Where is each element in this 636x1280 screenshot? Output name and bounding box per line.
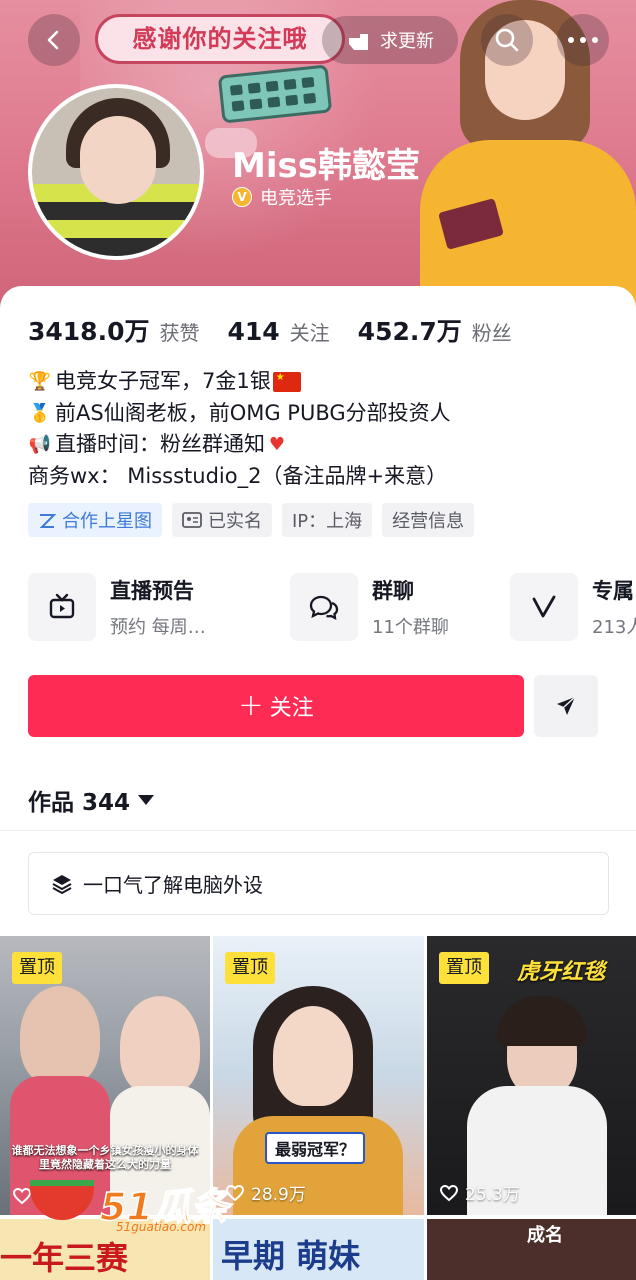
- video-caption: 虎牙红毯: [517, 960, 606, 985]
- bio-line: 商务wx： Missstudio_2（备注品牌+来意）: [28, 461, 451, 493]
- video-caption: 成名: [527, 1225, 563, 1246]
- feature-title: 直播预告: [110, 579, 194, 603]
- stat-label: 获赞: [159, 321, 200, 345]
- heart-outline-icon: [12, 1187, 32, 1205]
- bio-text: 前AS仙阁老板，前OMG PUBG分部投资人: [55, 400, 451, 425]
- dot: [592, 37, 598, 43]
- more-options-button[interactable]: [557, 14, 609, 66]
- stat-likes[interactable]: 3418.0万 获赞: [28, 312, 199, 348]
- follow-button[interactable]: + 关注: [28, 675, 524, 737]
- tag-label: 合作上星图: [62, 511, 152, 532]
- heart-outline-icon: [439, 1184, 459, 1201]
- watermelon-icon: [30, 1180, 94, 1220]
- pinned-badge: 置顶: [439, 952, 489, 984]
- tag-business-info[interactable]: 经营信息: [382, 503, 475, 537]
- feature-shortcuts: 直播预告 预约 每周… 群聊 11个群聊 专属 213人: [28, 573, 636, 641]
- chat-bubbles-icon: [309, 595, 339, 620]
- tag-label: IP：上海: [292, 511, 363, 532]
- bio-line: 🏆 电竞女子冠军，7金1银: [28, 366, 451, 398]
- v-icon: [532, 595, 556, 618]
- dot: [568, 37, 574, 43]
- feature-title: 专属: [592, 579, 634, 603]
- medal-icon: 🥇: [28, 402, 52, 424]
- divider: [0, 830, 636, 831]
- bio-line: 🥇 前AS仙阁老板，前OMG PUBG分部投资人: [28, 398, 451, 430]
- verification-info: V 电竞选手: [232, 184, 332, 210]
- feature-subtitle: 213人: [592, 617, 636, 638]
- collection-label: 一口气了解电脑外设: [83, 873, 263, 897]
- video-caption: 谁都无法想象一个乡镇女孩瘦小的身体里竟然隐藏着这么大的力量: [11, 1144, 199, 1171]
- search-button[interactable]: [481, 14, 533, 66]
- feature-group-chat[interactable]: 群聊 11个群聊: [290, 573, 449, 641]
- back-button[interactable]: [28, 14, 80, 66]
- video-likes: 25.3万: [439, 1180, 520, 1205]
- verification-label: 电竞选手: [260, 188, 332, 209]
- trophy-icon: 🏆: [28, 371, 52, 392]
- stat-value: 414: [227, 317, 280, 346]
- bio-text: 电竞女子冠军，7金1银: [55, 369, 271, 393]
- id-card-icon: [182, 512, 202, 528]
- stat-label: 关注: [289, 321, 330, 345]
- feature-live-preview[interactable]: 直播预告 预约 每周…: [28, 573, 206, 641]
- stat-label: 粉丝: [471, 321, 512, 345]
- stat-followers[interactable]: 452.7万 粉丝: [358, 312, 512, 348]
- profile-card: 3418.0万 获赞 414 关注 452.7万 粉丝 🏆 电竞女子冠军，7金1…: [0, 286, 636, 1280]
- profile-tags: 合作上星图 已实名 IP：上海 经营信息: [28, 503, 475, 537]
- feature-icon: [28, 573, 96, 641]
- request-update-label: 求更新: [380, 31, 434, 52]
- plus-icon: +: [238, 688, 264, 723]
- video-thumbnail[interactable]: 置顶 虎牙红毯 25.3万: [427, 936, 636, 1215]
- profile-name: Miss韩懿莹: [232, 146, 420, 186]
- feature-exclusive[interactable]: 专属 213人: [510, 573, 636, 641]
- stat-following[interactable]: 414 关注: [227, 317, 329, 346]
- verified-badge-icon: V: [232, 187, 252, 207]
- request-update-button[interactable]: 求更新: [322, 16, 458, 64]
- pinned-badge: 置顶: [12, 952, 62, 984]
- layers-icon: [52, 874, 72, 894]
- feature-icon: [290, 573, 358, 641]
- feature-subtitle: 11个群聊: [372, 617, 449, 638]
- tag-verified-identity[interactable]: 已实名: [172, 503, 272, 537]
- search-icon: [495, 28, 519, 52]
- chevron-left-icon: [47, 30, 59, 50]
- works-tab[interactable]: 作品 344: [28, 783, 155, 817]
- tag-ip-location: IP：上海: [282, 503, 373, 537]
- video-thumbnail[interactable]: 成名: [427, 1219, 636, 1280]
- china-flag-icon: [272, 371, 301, 392]
- bio-text: 直播时间：粉丝群通知: [55, 432, 265, 456]
- paper-plane-icon: [557, 696, 576, 715]
- tag-label: 经营信息: [392, 511, 465, 532]
- megaphone-icon: 📢: [28, 434, 52, 455]
- tag-star-map[interactable]: 合作上星图: [28, 503, 162, 537]
- collection-entry[interactable]: 一口气了解电脑外设: [28, 852, 609, 915]
- xingtu-icon: [39, 514, 56, 528]
- watermark-url: 51guatiao.com: [116, 1220, 207, 1234]
- bio-text: 商务wx： Missstudio_2（备注品牌+来意）: [28, 463, 448, 488]
- dot: [580, 37, 586, 43]
- send-message-button[interactable]: [534, 675, 598, 737]
- caret-down-icon: [138, 795, 155, 805]
- follow-label: 关注: [269, 696, 314, 721]
- works-label: 作品 344: [28, 790, 131, 816]
- video-caption: 最弱冠军？: [265, 1132, 366, 1164]
- pinned-badge: 置顶: [225, 952, 275, 984]
- tv-icon: [49, 593, 75, 619]
- tag-label: 已实名: [208, 511, 262, 532]
- feature-title: 群聊: [372, 579, 414, 603]
- avatar[interactable]: [28, 84, 204, 260]
- heart-icon: ♥: [268, 434, 286, 455]
- banner-thanks-sign: 感谢你的关注哦: [95, 14, 345, 64]
- profile-bio: 🏆 电竞女子冠军，7金1银 🥇 前AS仙阁老板，前OMG PUBG分部投资人 📢…: [28, 366, 451, 492]
- pointing-hand-icon: [349, 34, 368, 50]
- feature-subtitle: 预约 每周…: [110, 617, 206, 638]
- stat-value: 452.7万: [357, 317, 462, 346]
- likes-count: 25.3万: [465, 1185, 520, 1205]
- watermark-logo: 51瓜条 51guatiao.com: [30, 1170, 260, 1240]
- profile-stats: 3418.0万 获赞 414 关注 452.7万 粉丝: [28, 312, 540, 348]
- bio-line: 📢 直播时间：粉丝群通知 ♥: [28, 429, 451, 461]
- stat-value: 3418.0万: [28, 317, 150, 346]
- feature-icon: [510, 573, 578, 641]
